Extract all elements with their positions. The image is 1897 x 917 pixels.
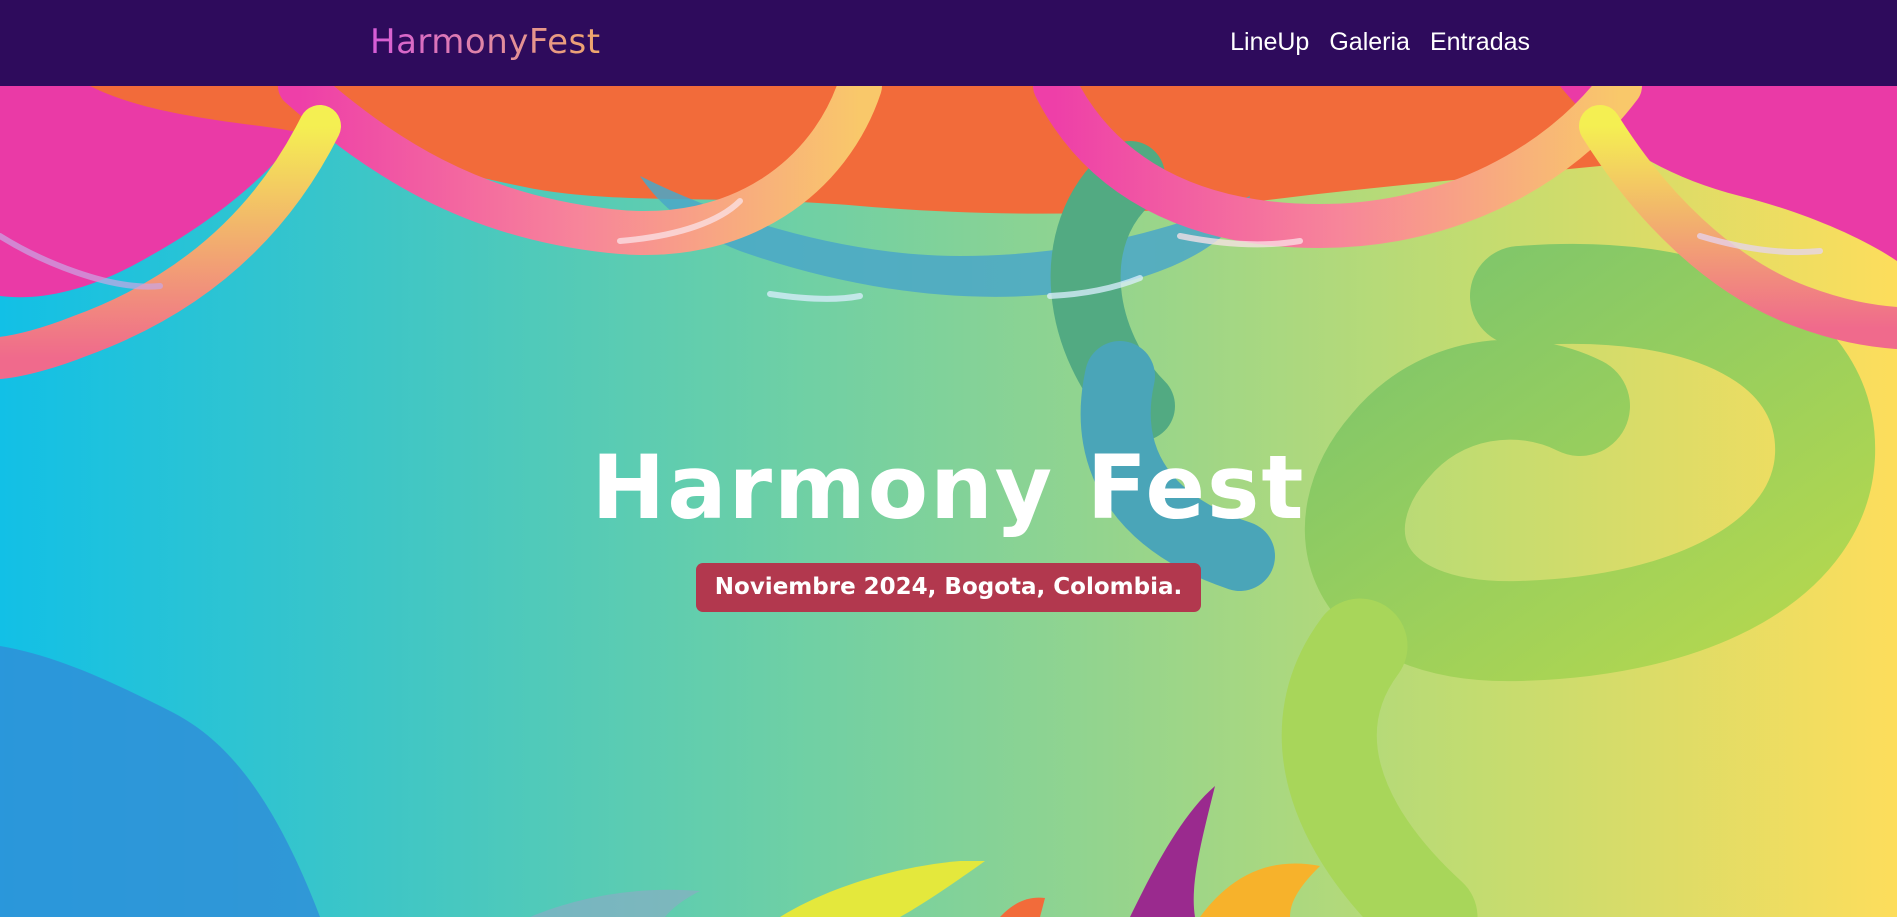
event-date-badge: Noviembre 2024, Bogota, Colombia. — [695, 563, 1202, 612]
nav-link-entradas[interactable]: Entradas — [1430, 24, 1530, 60]
brand-logo[interactable]: HarmonyFest — [370, 20, 601, 64]
main-nav: LineUp Galeria Entradas — [1230, 24, 1530, 60]
hero-badge-wrapper: Noviembre 2024, Bogota, Colombia. — [0, 563, 1897, 612]
nav-link-galeria[interactable]: Galeria — [1329, 24, 1410, 60]
hero-title: Harmony Fest — [591, 436, 1306, 539]
navbar: HarmonyFest LineUp Galeria Entradas — [0, 0, 1897, 86]
nav-link-lineup[interactable]: LineUp — [1230, 24, 1309, 60]
hero-section: Harmony Fest Noviembre 2024, Bogota, Col… — [0, 86, 1897, 917]
page: HarmonyFest LineUp Galeria Entradas Harm… — [0, 0, 1897, 917]
